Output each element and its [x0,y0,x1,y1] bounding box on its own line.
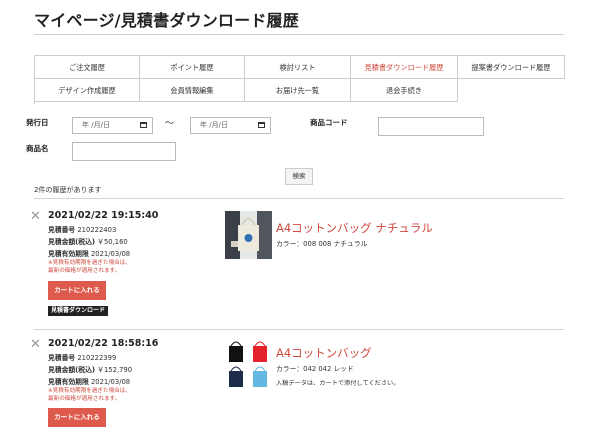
divider [34,198,564,199]
product-thumbnail[interactable] [225,211,272,259]
tab-order-history[interactable]: ご注文履歴 [35,56,140,79]
product-color: カラー：008 008 ナチュラル [276,240,368,248]
product-color: カラー：042 042 レッド [276,365,354,373]
quote-expiry-value: 2021/03/08 [90,378,131,386]
expiry-warning-line: ※見積有効期限を過ぎた場合は、 [48,260,131,266]
quote-amount: 見積金額(税込) ￥152,790 [48,364,132,374]
expiry-warning-line: 最新の価格が適用されます。 [48,395,121,402]
upload-note: 入稿データは、カートで添付してください。 [276,380,400,387]
quote-download-button[interactable]: 見積書ダウンロード [48,306,109,316]
quote-expiry-label: 見積有効期限 [48,250,89,258]
tab-design-history[interactable]: デザイン作成履歴 [35,79,140,102]
tab-consider-list[interactable]: 検討リスト [245,56,351,79]
quote-number: 見積番号 210222399 [48,352,116,362]
calendar-icon[interactable] [258,122,265,128]
quote-expiry: 見積有効期限 2021/03/08 [48,248,130,258]
product-name-input[interactable] [72,142,176,161]
mypage-nav: ご注文履歴 ポイント履歴 検討リスト 見積書ダウンロード履歴 提案書ダウンロード… [34,55,565,104]
quote-number-value: 210222399 [77,354,117,362]
quote-expiry-label: 見積有効期限 [48,378,89,386]
tab-withdraw[interactable]: 退会手続き [351,79,458,102]
product-code-input[interactable] [378,117,484,136]
date-to-input[interactable]: 年 /月/日 [190,117,271,134]
issue-date-label: 発行日 [26,118,49,127]
date-to-placeholder: 年 /月/日 [200,121,228,129]
quote-expiry: 見積有効期限 2021/03/08 [48,376,130,386]
product-name-label: 商品名 [26,144,49,153]
expiry-warning-line: ※見積有効期限を過ぎた場合は、 [48,388,131,394]
add-to-cart-button[interactable]: カートに入れる [48,408,106,427]
tote-bags-image [229,341,267,387]
quote-number-label: 見積番号 [48,226,76,234]
date-from-placeholder: 年 /月/日 [82,121,110,129]
product-name-link[interactable]: A4コットンバッグ ナチュラル [276,220,433,236]
search-button[interactable]: 検索 [285,168,313,185]
quote-datetime: 2021/02/22 18:58:16 [48,338,159,349]
range-separator: 〜 [165,119,175,129]
quote-number-label: 見積番号 [48,354,76,362]
quote-amount-value: ￥152,790 [97,366,133,374]
page-title: マイページ/見積書ダウンロード履歴 [34,11,299,30]
quote-number-value: 210222403 [77,226,117,234]
tab-member-edit[interactable]: 会員情報編集 [140,79,245,102]
tote-bag-image [225,211,272,259]
tab-delivery-addresses[interactable]: お届け先一覧 [245,79,351,102]
tab-proposal-download-history[interactable]: 提案書ダウンロード履歴 [458,56,565,79]
expiry-warning-line: 最新の価格が適用されます。 [48,267,121,274]
expiry-warning: ※見積有効期限を過ぎた場合は、 最新の価格が適用されます。 [48,260,131,275]
delete-icon[interactable]: ✕ [30,338,41,351]
product-thumbnail[interactable] [225,340,272,388]
calendar-icon[interactable] [140,122,147,128]
date-from-input[interactable]: 年 /月/日 [72,117,153,134]
quote-datetime: 2021/02/22 19:15:40 [48,210,159,221]
result-count: 2件の履歴があります [34,186,102,194]
expiry-warning: ※見積有効期限を過ぎた場合は、 最新の価格が適用されます。 [48,388,131,403]
tab-quote-download-history[interactable]: 見積書ダウンロード履歴 [351,56,458,79]
quote-number: 見積番号 210222403 [48,224,116,234]
quote-amount-label: 見積金額(税込) [48,366,95,374]
quote-amount: 見積金額(税込) ￥50,160 [48,236,128,246]
divider [34,329,564,330]
product-name-link[interactable]: A4コットンバッグ [276,345,372,361]
tab-point-history[interactable]: ポイント履歴 [140,56,245,79]
quote-amount-label: 見積金額(税込) [48,238,95,246]
quote-amount-value: ￥50,160 [97,238,128,246]
delete-icon[interactable]: ✕ [30,210,41,223]
divider [34,34,564,35]
product-code-label: 商品コード [310,118,348,127]
quote-expiry-value: 2021/03/08 [90,250,131,258]
add-to-cart-button[interactable]: カートに入れる [48,281,106,300]
